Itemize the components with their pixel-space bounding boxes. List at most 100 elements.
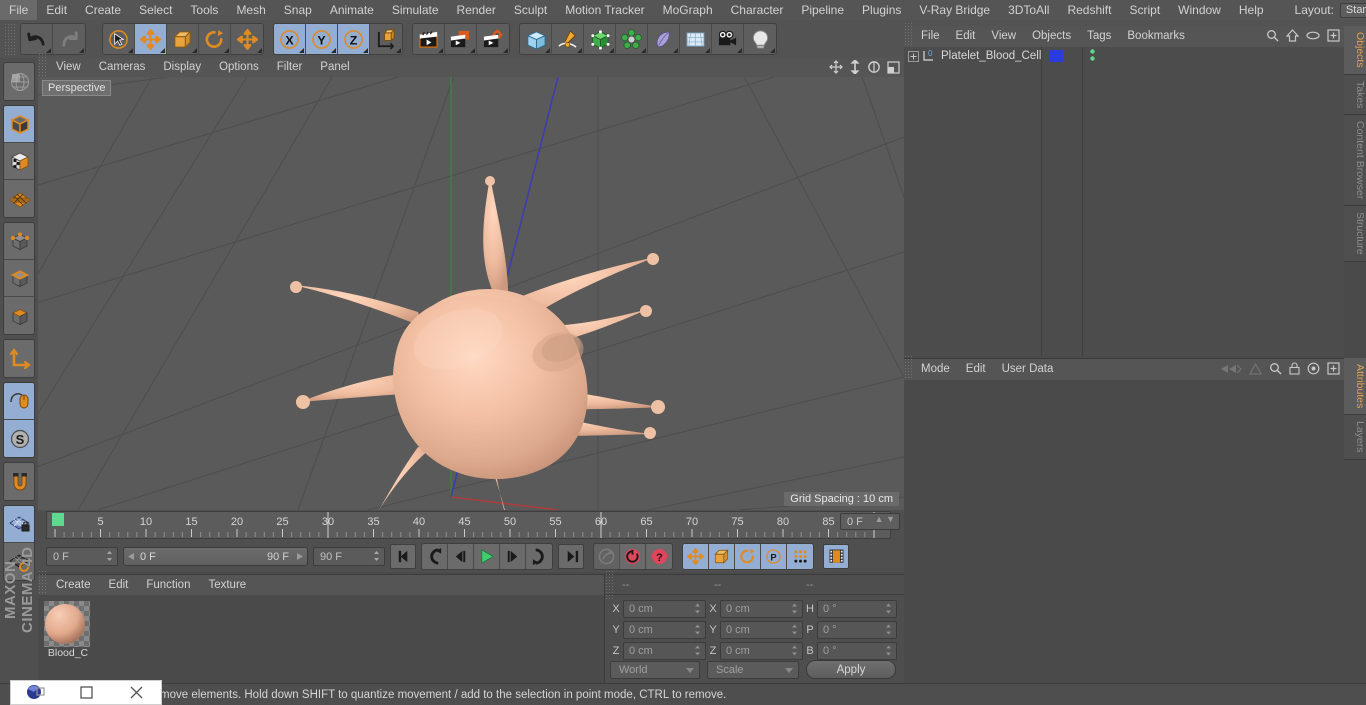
model-mode[interactable] [4, 106, 34, 143]
spinner-icon[interactable] [694, 645, 701, 657]
apply-button[interactable]: Apply [806, 660, 896, 679]
object-menu-objects[interactable]: Objects [1024, 26, 1079, 47]
menu-item-v-ray-bridge[interactable]: V-Ray Bridge [910, 0, 999, 20]
add-spline-button[interactable] [552, 24, 584, 54]
lock-y-axis[interactable]: Y [306, 24, 338, 54]
current-frame-field[interactable]: 0 F ▲ ▼ [840, 513, 900, 530]
timeline-ruler[interactable]: 051015202530354045505560657075808590 [46, 511, 891, 539]
object-menu-view[interactable]: View [983, 26, 1024, 47]
go-to-end-button[interactable] [558, 544, 584, 569]
menu-item-mesh[interactable]: Mesh [227, 0, 274, 20]
render-to-picture-viewer-button[interactable] [445, 24, 477, 54]
viewport-menu-display[interactable]: Display [154, 58, 210, 77]
menu-item-render[interactable]: Render [448, 0, 505, 20]
object-menu-edit[interactable]: Edit [948, 26, 984, 47]
menu-item-plugins[interactable]: Plugins [853, 0, 910, 20]
maximize-viewport-icon[interactable] [887, 60, 900, 74]
side-tab-takes[interactable]: Takes [1344, 74, 1366, 116]
layout-select[interactable]: Startup [1339, 2, 1366, 18]
menu-item-redshift[interactable]: Redshift [1058, 0, 1120, 20]
pan-icon[interactable] [829, 60, 843, 74]
side-tab-objects[interactable]: Objects [1344, 26, 1366, 75]
render-view-button[interactable] [413, 24, 445, 54]
attribute-content[interactable] [904, 380, 1344, 686]
add-generator-button[interactable] [584, 24, 616, 54]
size-x-field[interactable]: 0 cm [720, 600, 803, 618]
undo-button[interactable] [21, 24, 53, 54]
render-region-tool[interactable] [4, 63, 34, 100]
timeline-start-field[interactable]: 0 F [46, 547, 118, 566]
expand-plus-icon[interactable] [908, 50, 919, 62]
add-camera-button[interactable] [712, 24, 744, 54]
attribute-menu-mode[interactable]: Mode [913, 359, 958, 380]
lock-icon[interactable] [1289, 362, 1300, 375]
coordinates-gripper[interactable] [605, 569, 614, 600]
points-mode[interactable] [4, 223, 34, 260]
viewport-menu-options[interactable]: Options [210, 58, 268, 77]
menu-item-file[interactable]: File [0, 0, 38, 20]
home-icon[interactable] [1286, 29, 1299, 42]
workplane-mode[interactable] [4, 180, 34, 217]
object-name[interactable]: Platelet_Blood_Cell [941, 50, 1041, 62]
lock-x-axis[interactable]: X [274, 24, 306, 54]
record-pla-toggle[interactable] [787, 544, 813, 569]
target-icon[interactable] [1307, 362, 1320, 375]
spinner-icon[interactable] [373, 550, 380, 563]
expand-icon[interactable] [1327, 362, 1340, 375]
rotate-icon[interactable] [867, 60, 881, 74]
material-menu-create[interactable]: Create [47, 575, 100, 595]
search-icon[interactable] [1269, 362, 1282, 375]
menu-item-snap[interactable]: Snap [275, 0, 321, 20]
add-cube-button[interactable] [520, 24, 552, 54]
attribute-menu-user-data[interactable]: User Data [994, 359, 1062, 380]
material-menu-texture[interactable]: Texture [199, 575, 255, 595]
visibility-dots[interactable] [1089, 48, 1096, 65]
dolly-icon[interactable] [849, 60, 861, 74]
coordinate-system-select[interactable]: World [610, 660, 700, 679]
polygon-object-icon[interactable]: 0 [922, 49, 937, 63]
menu-item-tools[interactable]: Tools [181, 0, 227, 20]
spinner-icon[interactable] [694, 624, 701, 636]
timeline-view-button[interactable] [823, 544, 849, 569]
menu-item-simulate[interactable]: Simulate [383, 0, 448, 20]
render-settings-button[interactable] [477, 24, 509, 54]
side-tab-structure[interactable]: Structure [1344, 206, 1366, 262]
material-list[interactable]: Blood_C [38, 595, 604, 686]
record-position-toggle[interactable] [683, 544, 709, 569]
record-rotation-toggle[interactable] [735, 544, 761, 569]
side-tab-content-browser[interactable]: Content Browser [1344, 115, 1366, 207]
go-to-previous-frame-button[interactable] [448, 544, 474, 569]
add-light-button[interactable] [744, 24, 776, 54]
go-to-previous-key-button[interactable] [422, 544, 448, 569]
viewport-menu-cameras[interactable]: Cameras [90, 58, 155, 77]
object-tag-swatch[interactable] [1049, 50, 1063, 62]
edges-mode[interactable] [4, 260, 34, 297]
go-to-start-button[interactable] [390, 544, 416, 569]
rotation-h-field[interactable]: 0 ° [817, 600, 897, 618]
menu-item-pipeline[interactable]: Pipeline [792, 0, 853, 20]
record-scale-toggle[interactable] [709, 544, 735, 569]
menu-item-edit[interactable]: Edit [37, 0, 76, 20]
attribute-menu-edit[interactable]: Edit [958, 359, 994, 380]
search-icon[interactable] [1266, 29, 1279, 42]
menu-item-character[interactable]: Character [722, 0, 793, 20]
size-y-field[interactable]: 0 cm [720, 621, 803, 639]
polygons-mode[interactable] [4, 297, 34, 334]
object-menu-bookmarks[interactable]: Bookmarks [1119, 26, 1193, 47]
add-scene-object-button[interactable] [648, 24, 680, 54]
menu-item-sculpt[interactable]: Sculpt [505, 0, 556, 20]
spinner-icon[interactable] [106, 550, 113, 563]
viewport-solo-off[interactable] [4, 383, 34, 420]
spinner-icon[interactable] [791, 645, 798, 657]
spinner-icon[interactable] [885, 603, 892, 615]
add-deformer-button[interactable] [616, 24, 648, 54]
spinner-icon[interactable] [791, 624, 798, 636]
menu-item-window[interactable]: Window [1169, 0, 1230, 20]
rotate-tool[interactable] [199, 24, 231, 54]
timeline-range-slider[interactable]: 0 F 90 F [123, 547, 308, 566]
menu-item-3dtoall[interactable]: 3DToAll [999, 0, 1058, 20]
position-y-field[interactable]: 0 cm [623, 621, 706, 639]
record-parameter-toggle[interactable]: P [761, 544, 787, 569]
material-item[interactable]: Blood_C [44, 601, 92, 659]
viewport-menu-view[interactable]: View [47, 58, 90, 77]
